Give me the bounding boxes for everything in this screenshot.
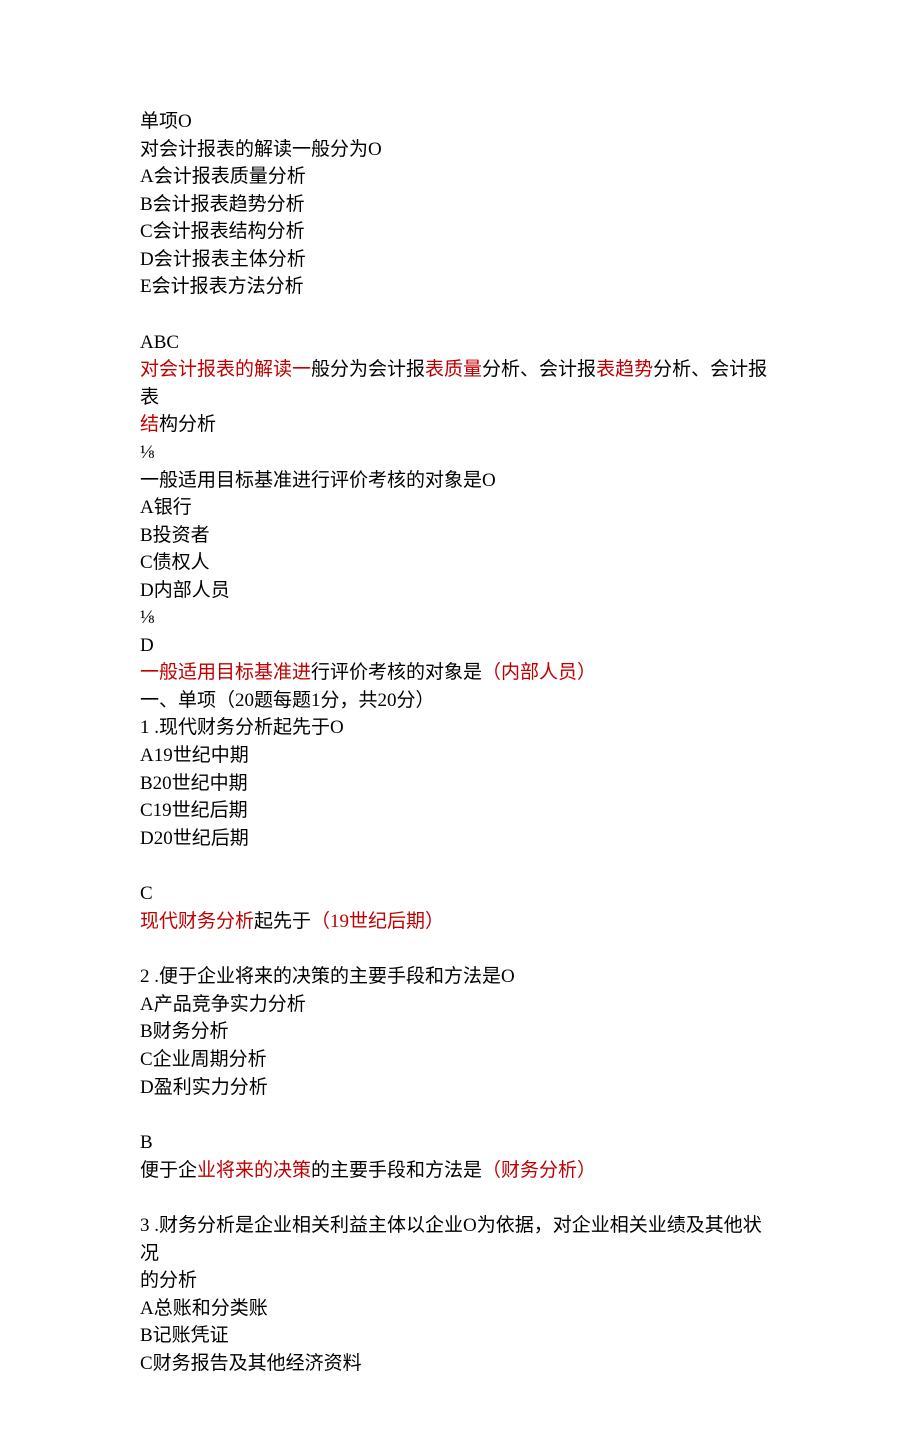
body-text: C会计报表结构分析 [140,221,305,242]
text-line: C19世纪后期 [140,797,780,825]
blank-line [140,1101,780,1129]
body-text: B [140,1132,153,1153]
text-line: B记账凭证 [140,1322,780,1350]
blank-line [140,301,780,329]
text-line: C债权人 [140,549,780,577]
text-line: B20世纪中期 [140,770,780,798]
text-line: D [140,632,780,660]
body-text: B投资者 [140,525,210,546]
text-line: 一、单项（20题每题1分，共20分） [140,687,780,715]
text-line: A19世纪中期 [140,742,780,770]
text-line: B会计报表趋势分析 [140,191,780,219]
text-line: C [140,880,780,908]
body-text: B会计报表趋势分析 [140,194,305,215]
body-text: 单项O [140,111,192,132]
body-text: B20世纪中期 [140,773,248,794]
body-text: D20世纪后期 [140,828,249,849]
body-text: C企业周期分析 [140,1049,267,1070]
body-text: ABC [140,332,179,353]
body-text: ⅛ [140,442,154,463]
body-text: B记账凭证 [140,1325,229,1346]
blank-line [140,935,780,963]
body-text: C [140,883,153,904]
body-text: 一、单项（20题每题1分，共20分） [140,690,435,711]
blank-line [140,1184,780,1212]
body-text: 的主要手段和方法是 [311,1160,482,1181]
document-page: 单项O 对会计报表的解读一般分为O A会计报表质量分析 B会计报表趋势分析 C会计报表结… [0,0,920,1437]
text-line: C企业周期分析 [140,1046,780,1074]
text-line: B投资者 [140,522,780,550]
text-line: D20世纪后期 [140,825,780,853]
highlighted-text: 表趋势 [596,359,653,380]
body-text: A会计报表质量分析 [140,166,306,187]
text-line: ABC [140,329,780,357]
text-line: 结构分析 [140,411,780,439]
body-text: 构分析 [159,414,216,435]
body-text: A产品竞争实力分析 [140,994,306,1015]
text-line: D内部人员 [140,577,780,605]
body-text: D [140,635,154,656]
body-text: B财务分析 [140,1021,229,1042]
body-text: 的分析 [140,1270,197,1291]
body-text: 行评价考核的对象是 [311,662,482,683]
blank-line [140,852,780,880]
body-text: 2 .便于企业将来的决策的主要手段和方法是O [140,966,515,987]
body-text: A19世纪中期 [140,745,249,766]
highlighted-text: 对会计报表的解读一 [140,359,311,380]
body-text: 3 .财务分析是企业相关利益主体以企业O为依据，对企业相关业绩及其他状况 [140,1215,762,1264]
text-line: 一般适用目标基准进行评价考核的对象是（内部人员） [140,659,780,687]
text-line: A总账和分类账 [140,1295,780,1323]
text-line: B财务分析 [140,1018,780,1046]
text-line: ⅛ [140,604,780,632]
highlighted-text: 现代财务分析 [140,911,254,932]
text-line: 便于企业将来的决策的主要手段和方法是（财务分析） [140,1157,780,1185]
body-text: ⅛ [140,607,154,628]
text-line: C会计报表结构分析 [140,218,780,246]
body-text: 般分为会计报 [311,359,425,380]
highlighted-text: （财务分析） [482,1160,596,1181]
text-line: E会计报表方法分析 [140,273,780,301]
text-line: 对会计报表的解读一般分为会计报表质量分析、会计报表趋势分析、会计报表 [140,356,780,411]
body-text: 一般适用目标基准进行评价考核的对象是O [140,470,496,491]
text-line: 一般适用目标基准进行评价考核的对象是O [140,467,780,495]
body-text: 对会计报表的解读一般分为O [140,139,382,160]
highlighted-text: 一般适用目标基准进 [140,662,311,683]
highlighted-text: （19世纪后期） [311,911,444,932]
body-text: 便于企 [140,1160,197,1181]
highlighted-text: （内部人员） [482,662,596,683]
body-text: C债权人 [140,552,210,573]
text-line: 的分析 [140,1267,780,1295]
text-line: 对会计报表的解读一般分为O [140,136,780,164]
body-text: D内部人员 [140,580,230,601]
text-line: A产品竞争实力分析 [140,991,780,1019]
body-text: D盈利实力分析 [140,1077,268,1098]
text-line: ⅛ [140,439,780,467]
body-text: E会计报表方法分析 [140,276,304,297]
highlighted-text: 表质量 [425,359,482,380]
text-line: 1 .现代财务分析起先于O [140,714,780,742]
body-text: C财务报告及其他经济资料 [140,1353,362,1374]
highlighted-text: 业将来的决策 [197,1160,311,1181]
body-text: 分析、会计报 [482,359,596,380]
text-line: 2 .便于企业将来的决策的主要手段和方法是O [140,963,780,991]
body-text: 1 .现代财务分析起先于O [140,717,344,738]
text-line: 现代财务分析起先于（19世纪后期） [140,908,780,936]
body-text: D会计报表主体分析 [140,249,306,270]
text-line: C财务报告及其他经济资料 [140,1350,780,1378]
body-text: A银行 [140,497,192,518]
text-line: B [140,1129,780,1157]
text-line: D盈利实力分析 [140,1074,780,1102]
text-line: 3 .财务分析是企业相关利益主体以企业O为依据，对企业相关业绩及其他状况 [140,1212,780,1267]
text-line: D会计报表主体分析 [140,246,780,274]
highlighted-text: 结 [140,414,159,435]
text-line: A银行 [140,494,780,522]
body-text: 起先于 [254,911,311,932]
body-text: C19世纪后期 [140,800,248,821]
text-line: A会计报表质量分析 [140,163,780,191]
text-line: 单项O [140,108,780,136]
